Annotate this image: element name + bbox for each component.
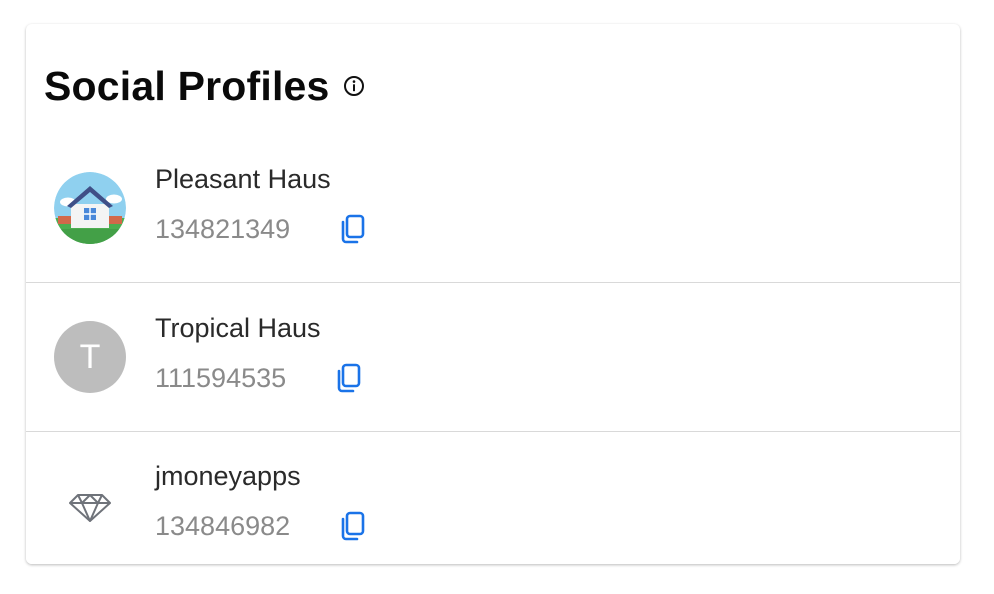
profile-name: jmoneyapps bbox=[155, 461, 301, 491]
info-icon[interactable] bbox=[342, 74, 366, 98]
letter-avatar: T bbox=[54, 321, 126, 393]
profile-row[interactable] bbox=[26, 283, 960, 432]
card-title: Social Profiles bbox=[44, 62, 330, 109]
profile-id: 134846982 bbox=[155, 511, 291, 541]
diamond-icon bbox=[54, 469, 126, 541]
copy-icon[interactable] bbox=[335, 212, 369, 246]
profile-name: Tropical Haus bbox=[155, 313, 321, 343]
profile-row[interactable] bbox=[26, 134, 960, 283]
social-profiles-card: Social Profiles Pleasant Haus 134821349 bbox=[26, 24, 960, 564]
card-header: Social Profiles bbox=[44, 62, 366, 110]
house-avatar bbox=[54, 172, 126, 244]
profile-id: 111594535 bbox=[155, 363, 287, 393]
copy-icon[interactable] bbox=[335, 509, 369, 543]
profile-row[interactable] bbox=[26, 432, 960, 564]
profile-name: Pleasant Haus bbox=[155, 164, 331, 194]
profile-id: 134821349 bbox=[155, 214, 291, 244]
copy-icon[interactable] bbox=[331, 361, 365, 395]
